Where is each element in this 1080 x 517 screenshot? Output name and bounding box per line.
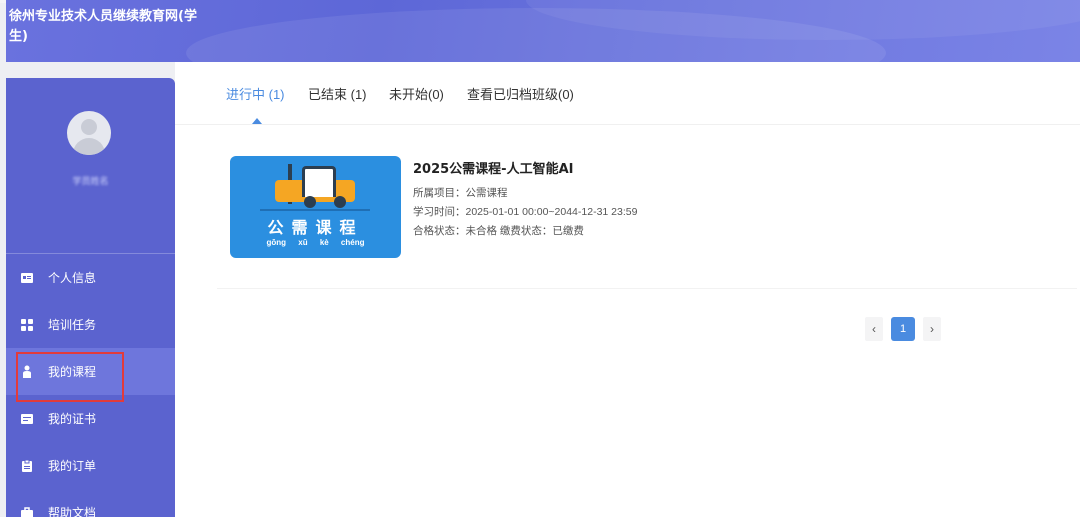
sidebar-item-label: 培训任务 xyxy=(48,318,97,332)
briefcase-icon xyxy=(20,506,34,517)
site-title: 徐州专业技术人员继续教育网(学生) xyxy=(9,9,197,44)
next-page-button[interactable]: › xyxy=(923,317,941,341)
course-card: 公需课程 gōng xū kè chéng 2025公需课程-人工智能AI 所属… xyxy=(217,148,1077,289)
sidebar-item-help-docs[interactable]: 帮助文档 xyxy=(6,489,175,517)
certificate-icon xyxy=(20,412,34,426)
forklift-wheel xyxy=(304,196,316,208)
forklift-cab xyxy=(302,166,336,197)
sidebar-item-my-orders[interactable]: 我的订单 xyxy=(6,442,175,489)
header-banner: 徐州专业技术人员继续教育网(学生) xyxy=(6,0,1080,62)
course-info: 2025公需课程-人工智能AI 所属项目：公需课程 学习时间：2025-01-0… xyxy=(413,158,637,241)
avatar[interactable] xyxy=(67,111,111,155)
sidebar-nav: 个人信息 培训任务 我的课程 我的证书 我的订单 帮助文档 xyxy=(6,254,175,517)
sidebar-item-training-tasks[interactable]: 培训任务 xyxy=(6,301,175,348)
ground-line xyxy=(260,209,370,211)
sidebar: 学员姓名 个人信息 培训任务 我的课程 我的证书 我的订单 帮助文档 xyxy=(6,78,175,517)
sidebar-item-label: 帮助文档 xyxy=(48,506,97,517)
main-content: 进行中 (1) 已结束 (1) 未开始(0) 查看已归档班级(0) 公需课程 g… xyxy=(175,62,1080,517)
clipboard-icon xyxy=(20,459,34,473)
course-title[interactable]: 2025公需课程-人工智能AI xyxy=(413,158,637,177)
student-icon xyxy=(20,365,34,379)
sidebar-item-my-courses[interactable]: 我的课程 xyxy=(6,348,175,395)
course-tabs: 进行中 (1) 已结束 (1) 未开始(0) 查看已归档班级(0) xyxy=(175,62,1080,125)
sidebar-item-label: 个人信息 xyxy=(48,271,97,285)
id-card-icon xyxy=(20,271,34,285)
tab-archived-classes[interactable]: 查看已归档班级(0) xyxy=(467,84,574,103)
tab-not-started[interactable]: 未开始(0) xyxy=(389,84,444,103)
sidebar-item-my-certificates[interactable]: 我的证书 xyxy=(6,395,175,442)
username: 学员姓名 xyxy=(72,176,109,186)
thumbnail-title: 公需课程 xyxy=(267,218,364,237)
course-study-time: 学习时间：2025-01-01 00:00~2044-12-31 23:59 xyxy=(413,206,638,218)
sidebar-item-label: 我的课程 xyxy=(48,365,97,379)
thumbnail-pinyin: gōng xū kè chéng xyxy=(266,238,365,247)
sidebar-item-label: 我的订单 xyxy=(48,459,97,473)
grid-icon xyxy=(20,318,34,332)
pagination: ‹ 1 › xyxy=(865,317,941,341)
page-number-button[interactable]: 1 xyxy=(891,317,915,341)
profile-section: 学员姓名 xyxy=(6,78,175,254)
forklift-wheel xyxy=(334,196,346,208)
tab-finished[interactable]: 已结束 (1) xyxy=(308,84,367,103)
course-project: 所属项目：公需课程 xyxy=(413,187,508,199)
sidebar-item-personal-info[interactable]: 个人信息 xyxy=(6,254,175,301)
course-thumbnail[interactable]: 公需课程 gōng xū kè chéng xyxy=(230,156,401,258)
course-status: 合格状态：未合格 缴费状态：已缴费 xyxy=(413,225,584,237)
tab-in-progress[interactable]: 进行中 (1) xyxy=(226,84,285,103)
prev-page-button[interactable]: ‹ xyxy=(865,317,883,341)
avatar-head xyxy=(81,119,97,135)
sidebar-item-label: 我的证书 xyxy=(48,412,97,426)
active-tab-indicator xyxy=(252,118,262,124)
avatar-body xyxy=(73,138,105,155)
